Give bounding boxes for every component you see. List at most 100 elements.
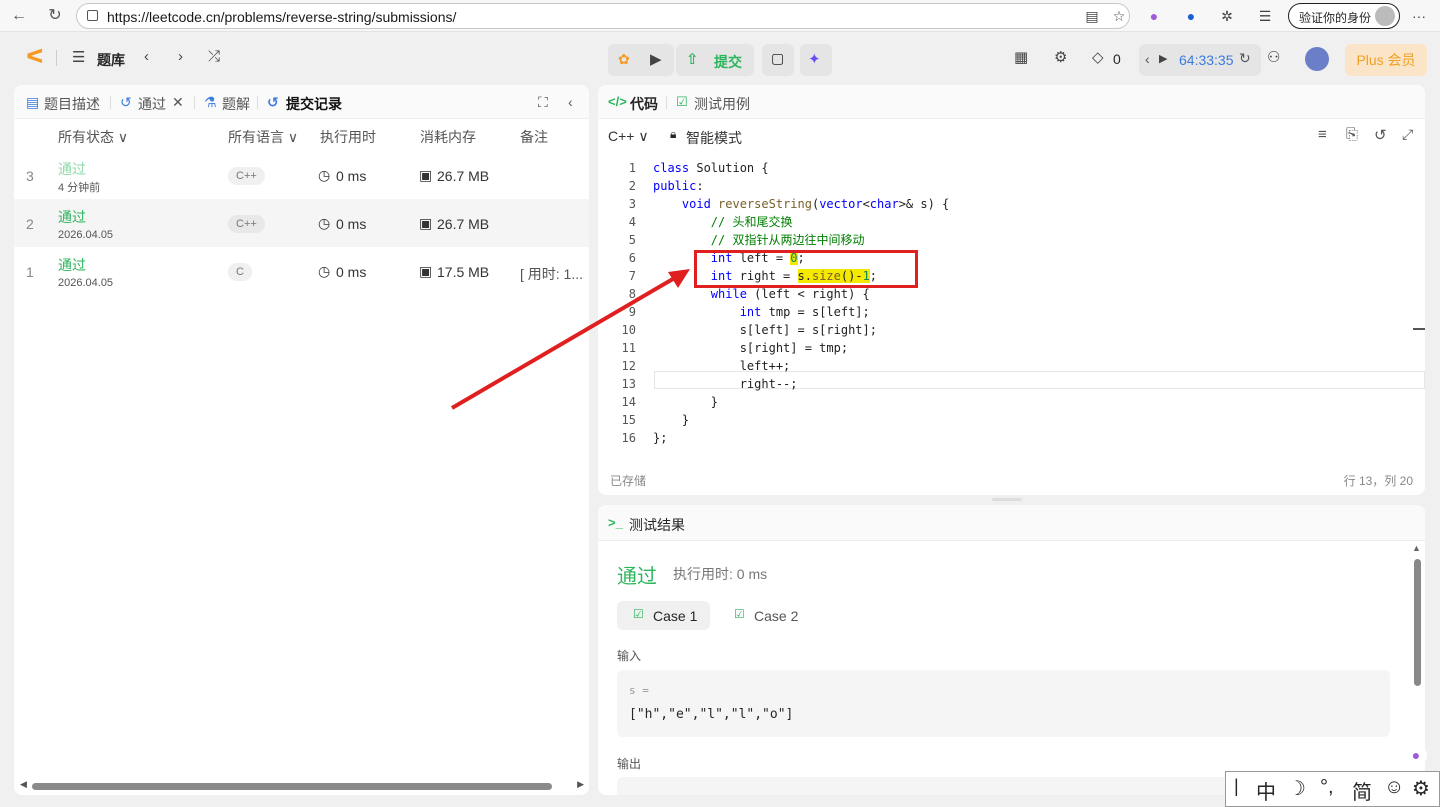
runtime-value: 0 ms (336, 216, 367, 232)
vertical-scrollbar-thumb[interactable] (1414, 559, 1421, 686)
ime-mode[interactable]: 中 (1256, 776, 1276, 805)
submit-label: 提交 (714, 54, 742, 70)
case-2-tab[interactable]: ☑ Case 2 (724, 601, 817, 630)
plus-member-button[interactable]: Plus 会员 (1345, 44, 1427, 76)
expand-icon[interactable]: ⤢ (1402, 126, 1413, 143)
annotation-box (694, 250, 918, 288)
terminal-icon: >_ (608, 515, 623, 530)
check-icon: ☑ (633, 607, 644, 621)
layout-icon[interactable]: ▦ (1014, 48, 1028, 66)
scroll-right-icon[interactable]: ▶ (577, 779, 584, 790)
code-line: public: (653, 179, 704, 193)
code-icon: </> (608, 94, 627, 109)
status-link[interactable]: 通过 (58, 159, 86, 179)
notes-button[interactable]: ▢ (762, 44, 794, 76)
tab-code[interactable]: 代码 (630, 94, 658, 114)
bookmark-icon[interactable]: ⎘ (1346, 126, 1358, 143)
table-row[interactable]: 2 通过 2026.04.05 C++ ◷ 0 ms ▣ 26.7 MB (14, 199, 589, 247)
ime-simplified[interactable]: 简 (1352, 776, 1372, 805)
status-link[interactable]: 通过 (58, 255, 86, 275)
shuffle-icon[interactable]: ⤮ (208, 48, 220, 65)
tab-accepted[interactable]: 通过 (138, 94, 166, 114)
close-tab-icon[interactable]: ✕ (172, 94, 184, 111)
smart-mode[interactable]: 智能模式 (686, 128, 742, 148)
reload-icon[interactable]: ↻ (44, 5, 66, 27)
scroll-marker (1413, 328, 1425, 330)
extension-brain-icon[interactable]: ● (1145, 7, 1163, 25)
leetcode-logo-icon[interactable]: ᐸ (26, 47, 46, 67)
reader-icon[interactable]: ▤ (1083, 7, 1101, 25)
filter-language[interactable]: 所有语言 ∨ (228, 127, 298, 147)
reset-icon[interactable]: ↻ (1239, 50, 1251, 67)
tab-testcase[interactable]: 测试用例 (694, 94, 750, 114)
chip-icon: ▣ (419, 263, 433, 279)
scroll-up-icon[interactable]: ▲ (1412, 543, 1421, 553)
input-value: ["h","e","l","l","o"] (629, 707, 794, 722)
table-row[interactable]: 3 通过 4 分钟前 C++ ◷ 0 ms ▣ 26.7 MB (14, 151, 589, 199)
ai-button[interactable]: ✦ (800, 44, 832, 76)
submit-time: 2026.04.05 (58, 277, 114, 289)
input-var-name: s = (629, 684, 649, 697)
ime-handle-icon[interactable]: | (1234, 776, 1239, 797)
code-editor-panel: </> 代码 ☑ 测试用例 C++ ∨ 🔒︎ 智能模式 ≡ ⎘ ↺ ⤢ 1 cla… (598, 85, 1425, 495)
collapse-icon[interactable]: ‹ (568, 94, 573, 110)
problem-bank-link[interactable]: 题库 (97, 50, 125, 70)
more-icon[interactable]: ··· (1410, 7, 1428, 25)
submit-button[interactable]: ⇧ 提交 (676, 44, 754, 76)
punctuation-icon[interactable]: °, (1320, 776, 1334, 799)
scrollbar-thumb[interactable] (32, 783, 552, 790)
emoji-icon[interactable]: ☺ (1384, 776, 1404, 799)
prev-problem-icon[interactable]: ‹ (144, 48, 149, 65)
status-link[interactable]: 通过 (58, 207, 86, 227)
case-1-tab[interactable]: ☑ Case 1 (617, 601, 710, 630)
lang-badge: C++ (228, 167, 265, 185)
resize-handle[interactable] (992, 498, 1022, 501)
moon-icon[interactable]: ☽ (1288, 776, 1306, 801)
submissions-panel: ▤ 题目描述 ↺ 通过 ✕ ⚗ 题解 ↺ 提交记录 ⛶ ‹ 所有状态 ∨ 所有语… (14, 85, 589, 795)
output-label: 输出 (617, 757, 642, 771)
ime-settings-icon[interactable]: ⚙ (1412, 776, 1430, 801)
language-select[interactable]: C++ ∨ (608, 128, 649, 145)
result-title[interactable]: 测试结果 (629, 515, 685, 535)
address-bar[interactable]: https://leetcode.cn/problems/reverse-str… (76, 3, 1130, 29)
lang-badge: C (228, 263, 252, 281)
format-icon[interactable]: ≡ (1318, 126, 1327, 143)
lang-badge: C++ (228, 215, 265, 233)
streak-icon[interactable]: ◇ (1092, 48, 1104, 66)
debug-icon[interactable]: ✿ (618, 51, 630, 68)
favorites-list-icon[interactable]: ☰ (1256, 7, 1274, 25)
settings-icon[interactable]: ⚙ (1054, 48, 1067, 66)
cursor-position: 行 13，列 20 (1343, 474, 1413, 488)
verify-identity-button[interactable]: 验证你的身份 (1288, 3, 1400, 29)
tab-description[interactable]: 题目描述 (44, 94, 100, 114)
list-icon[interactable]: ☰ (72, 48, 85, 66)
extensions-icon[interactable]: ✲ (1218, 7, 1236, 25)
tab-submissions[interactable]: 提交记录 (286, 94, 342, 114)
favorite-icon[interactable]: ☆ (1110, 7, 1128, 25)
filter-status[interactable]: 所有状态 ∨ (58, 127, 128, 147)
case-1-label: Case 1 (653, 608, 698, 624)
divider (194, 96, 195, 109)
fullscreen-icon[interactable]: ⛶ (538, 94, 548, 111)
play-icon[interactable]: ▶ (1159, 52, 1167, 65)
run-icon[interactable]: ▶ (650, 50, 662, 68)
column-runtime: 执行用时 (320, 129, 376, 145)
timer[interactable]: ‹ ▶ 64:33:35 ↻ (1139, 44, 1261, 76)
column-memory: 消耗内存 (420, 129, 476, 145)
tab-solutions[interactable]: 题解 (222, 94, 250, 114)
horizontal-scrollbar[interactable]: ◀ ▶ (20, 779, 584, 791)
back-icon[interactable]: ← (8, 5, 30, 27)
saved-status: 已存储 (610, 474, 647, 488)
timer-collapse-icon[interactable]: ‹ (1145, 51, 1150, 67)
user-avatar[interactable] (1305, 47, 1329, 71)
ai-assistant-icon[interactable]: ● (1405, 744, 1427, 766)
flask-icon: ⚗ (204, 94, 217, 110)
reset-code-icon[interactable]: ↺ (1374, 126, 1387, 144)
code-editor[interactable]: 1 class Solution { 2 public: 3 void revers… (598, 155, 1425, 455)
ime-toolbar: | 中 ☽ °, 简 ☺ ⚙ (1225, 771, 1440, 807)
scroll-left-icon[interactable]: ◀ (20, 779, 27, 790)
test-result-panel: >_ 测试结果 通过 执行用时: 0 ms ☑ Case 1 ☑ Case 2 … (598, 505, 1425, 795)
extension-icon[interactable]: ● (1182, 7, 1200, 25)
next-problem-icon[interactable]: › (178, 48, 183, 65)
add-friend-icon[interactable]: ⚇ (1267, 48, 1280, 66)
